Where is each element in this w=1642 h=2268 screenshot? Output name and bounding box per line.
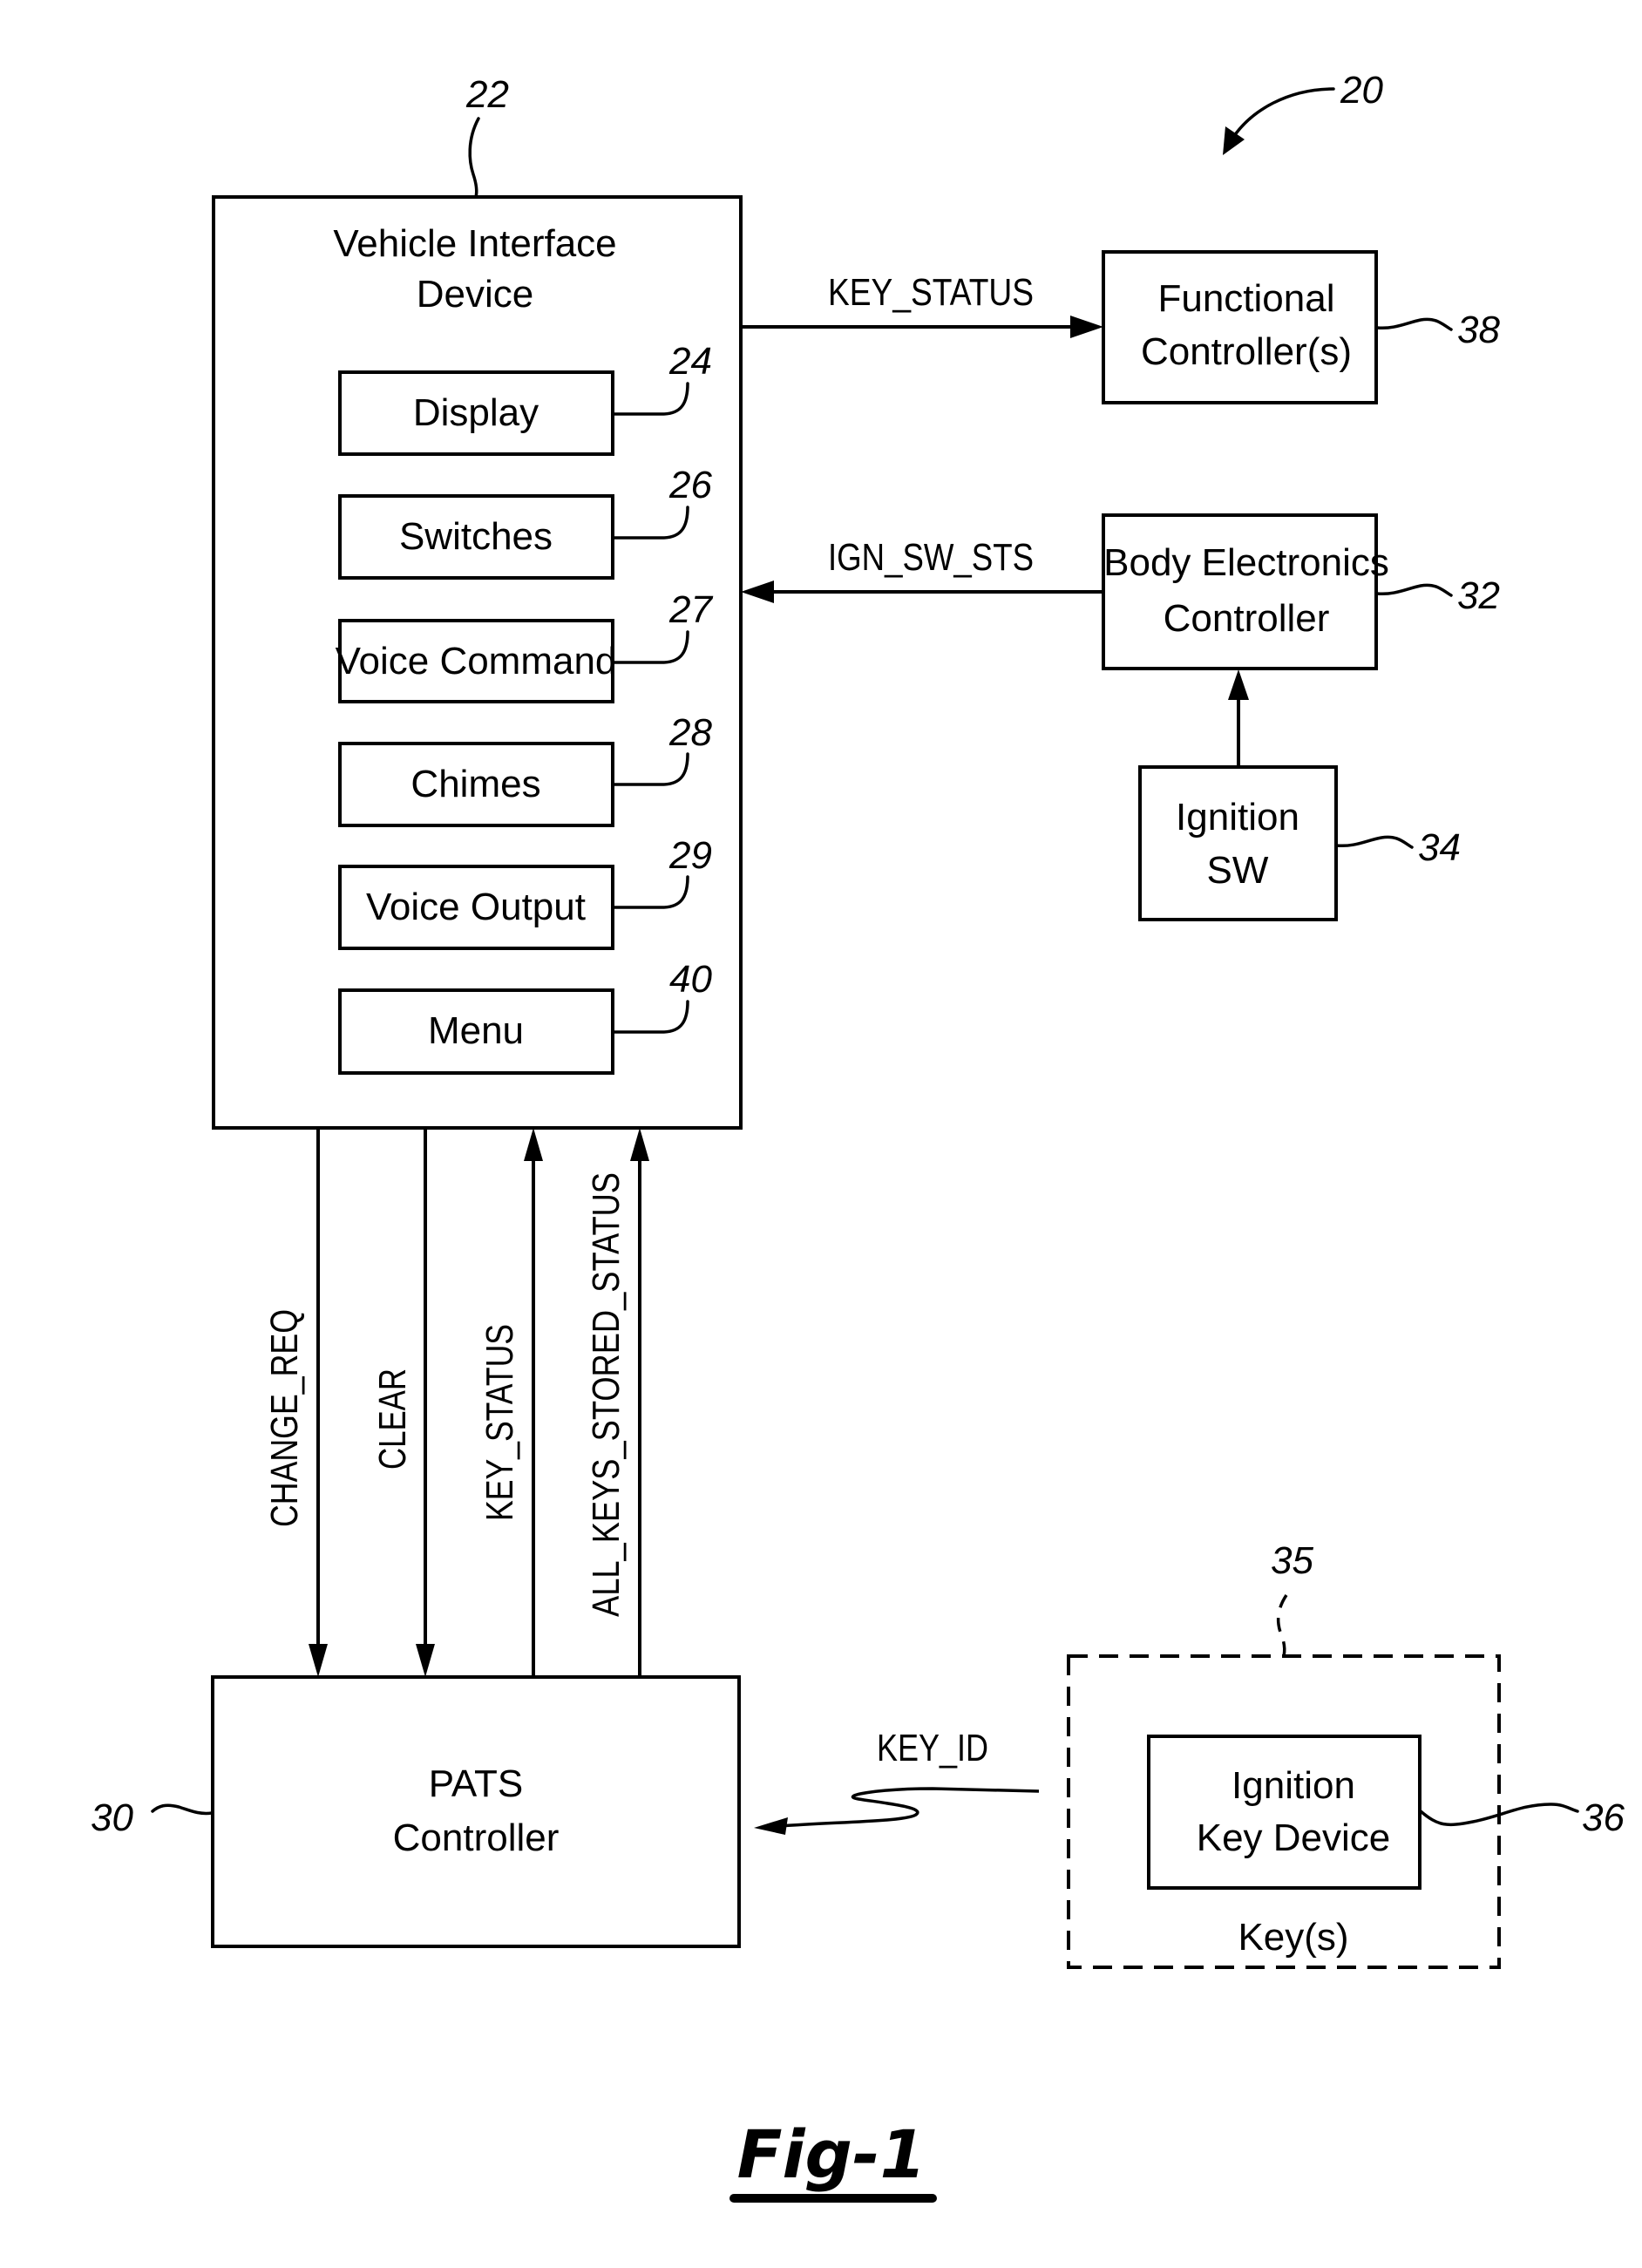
arrowhead-down — [416, 1644, 435, 1677]
ref-34: 34 — [1418, 826, 1461, 869]
functional-controllers[interactable]: Functional Controller(s) 38 — [1102, 250, 1500, 404]
ref-28: 28 — [668, 711, 712, 754]
ref-30: 30 — [91, 1796, 133, 1839]
ref-32-leader — [1375, 583, 1453, 597]
signal-label: CHANGE_REQ — [263, 1309, 306, 1527]
ikd-line2: Key Device — [1197, 1816, 1391, 1859]
component-label: Voice Output — [366, 886, 586, 928]
ref-29: 29 — [668, 834, 712, 877]
wireless-squiggle — [779, 1787, 1040, 1828]
ref-27: 27 — [668, 588, 713, 631]
keys-caption: Key(s) — [1238, 1916, 1348, 1959]
ignition-key-device[interactable]: Ignition Key Device 36 — [1147, 1735, 1625, 1890]
arrowhead-left — [754, 1817, 788, 1835]
body-electronics-box[interactable] — [1102, 513, 1378, 670]
functional-line1: Functional — [1157, 277, 1334, 320]
functional-line2: Controller(s) — [1141, 330, 1352, 373]
pats-line1: PATS — [429, 1762, 523, 1805]
signal-all-keys-stored-status: ALL_KEYS_STORED_STATUS — [585, 1128, 649, 1677]
figure-title: Fig-1 — [737, 2115, 926, 2193]
arrowhead-left — [741, 581, 774, 603]
component-label: Chimes — [410, 763, 540, 805]
body-electronics-controller[interactable]: Body Electronics Controller 32 — [1102, 513, 1500, 670]
ref-38-leader — [1375, 317, 1453, 331]
component-label: Voice Command — [336, 640, 617, 682]
system-reference: 20 — [1223, 69, 1383, 155]
arrowhead-up — [524, 1128, 543, 1161]
signal-ign-sw-sts: IGN_SW_STS — [741, 536, 1103, 603]
figure-label: Fig-1 — [729, 2115, 937, 2203]
signal-label: KEY_STATUS — [828, 271, 1034, 314]
ref-32: 32 — [1457, 574, 1500, 617]
component-label: Menu — [428, 1009, 524, 1052]
ref-35-leader — [1276, 1594, 1288, 1657]
vid-title-line2: Device — [417, 273, 534, 316]
signal-label: IGN_SW_STS — [828, 536, 1034, 579]
ref-26: 26 — [668, 464, 712, 506]
ref-20: 20 — [1340, 69, 1383, 112]
component-label: Switches — [399, 515, 553, 558]
ref-40: 40 — [669, 958, 712, 1001]
signal-label: ALL_KEYS_STORED_STATUS — [585, 1172, 628, 1617]
ref-38: 38 — [1457, 309, 1500, 351]
system-ref-arrow — [1229, 87, 1335, 143]
signal-change-req: CHANGE_REQ — [263, 1128, 328, 1677]
ignition-switch[interactable]: Ignition SW 34 — [1138, 669, 1461, 921]
signal-key-status-vertical: KEY_STATUS — [478, 1128, 543, 1677]
component-label: Display — [413, 391, 539, 434]
vid-title-line1: Vehicle Interface — [333, 222, 616, 265]
ignition-switch-line2: SW — [1207, 849, 1269, 892]
pats-controller-box[interactable] — [211, 1675, 741, 1948]
ignition-key-device-box[interactable] — [1147, 1735, 1421, 1890]
arrowhead-down — [309, 1644, 328, 1677]
pats-line2: Controller — [393, 1816, 560, 1859]
ikd-line1: Ignition — [1232, 1764, 1355, 1807]
signal-clear: CLEAR — [371, 1128, 435, 1677]
arrowhead-right — [1070, 316, 1103, 338]
vehicle-interface-device[interactable]: 22 Vehicle Interface Device — [212, 73, 743, 1130]
pats-controller[interactable]: PATS Controller 30 — [91, 1675, 741, 1948]
arrowhead-up — [630, 1128, 649, 1161]
bec-line2: Controller — [1164, 597, 1330, 640]
ref-22-leader — [468, 117, 480, 199]
ref-22: 22 — [465, 73, 509, 116]
ref-36: 36 — [1582, 1796, 1625, 1839]
signal-label: KEY_ID — [877, 1727, 988, 1769]
system-ref-arrowhead — [1223, 126, 1245, 155]
ref-35: 35 — [1271, 1539, 1313, 1582]
ref-24: 24 — [668, 340, 712, 383]
block-diagram: 20 22 Vehicle Interface Device Display 2… — [91, 69, 1625, 2203]
ref-30-leader — [151, 1803, 214, 1816]
arrowhead-up — [1228, 669, 1249, 700]
ignition-switch-line1: Ignition — [1176, 796, 1299, 839]
ref-34-leader — [1334, 835, 1414, 849]
signal-key-id: KEY_ID — [754, 1727, 1040, 1835]
bec-line1: Body Electronics — [1103, 541, 1389, 584]
signal-key-status-horizontal: KEY_STATUS — [741, 271, 1103, 338]
functional-controllers-box[interactable] — [1102, 250, 1378, 404]
signal-label: KEY_STATUS — [478, 1324, 521, 1521]
signal-label: CLEAR — [371, 1368, 414, 1470]
ignition-switch-box[interactable] — [1138, 765, 1338, 921]
